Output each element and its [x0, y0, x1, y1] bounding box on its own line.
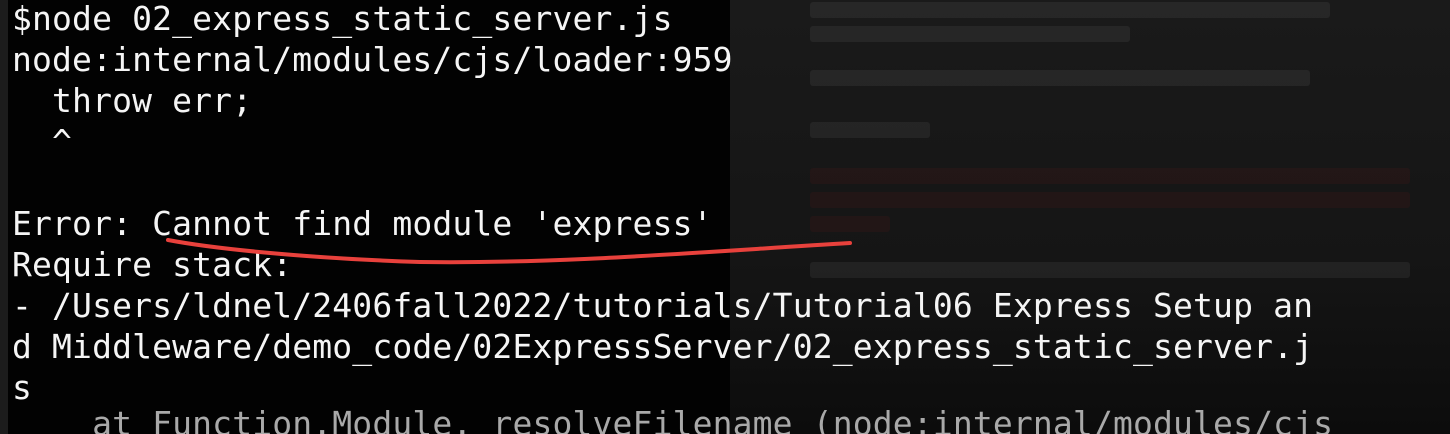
terminal-path-line-1: - /Users/ldnel/2406fall2022/tutorials/Tu…	[12, 286, 1314, 325]
terminal-output[interactable]: $node 02_express_static_server.js node:i…	[0, 0, 1450, 434]
terminal-path-line-3: s	[12, 368, 33, 407]
terminal-loader-line: node:internal/modules/cjs/loader:959	[12, 40, 733, 79]
terminal-error-line: Error: Cannot find module 'express'	[12, 204, 713, 243]
terminal-caret-line: ^	[12, 122, 73, 161]
terminal-throw-line: throw err;	[12, 81, 253, 120]
terminal-command-line: $node 02_express_static_server.js	[12, 0, 673, 38]
terminal-require-stack: Require stack:	[12, 245, 293, 284]
terminal-path-line-2: d Middleware/demo_code/02ExpressServer/0…	[12, 327, 1314, 366]
terminal-stack-frame: at Function.Module._resolveFilename (nod…	[12, 404, 1334, 434]
terminal-screenshot: $node 02_express_static_server.js node:i…	[0, 0, 1450, 434]
